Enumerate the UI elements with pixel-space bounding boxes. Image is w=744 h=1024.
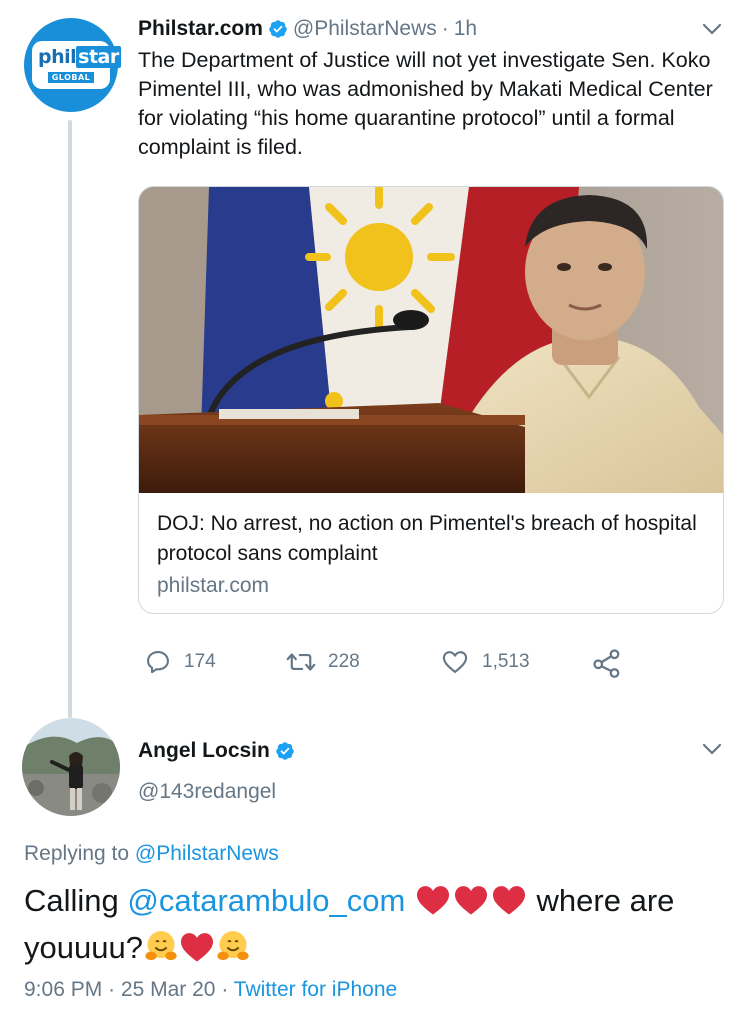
- tweet1-header: Philstar.com @PhilstarNews · 1h: [138, 14, 477, 44]
- tweet2-author-handle[interactable]: @143redangel: [138, 780, 276, 804]
- thread-connector-line: [68, 120, 72, 718]
- retweet-icon: [286, 653, 316, 671]
- like-button[interactable]: 1,513: [440, 648, 530, 676]
- tweet2-header: Angel Locsin: [138, 736, 300, 766]
- tweet2-time[interactable]: 9:06 PM: [24, 978, 102, 1001]
- verified-badge-icon: [269, 20, 287, 38]
- article-photo: [139, 187, 723, 493]
- philstar-logo: phil star GLOBAL: [32, 41, 121, 89]
- hugging-face-emoji: [143, 929, 179, 974]
- verified-badge-icon: [276, 742, 294, 760]
- tweet2-text-before: Calling: [24, 883, 119, 918]
- card-title[interactable]: DOJ: No arrest, no action on Pimentel's …: [157, 509, 705, 569]
- meta-separator: ·: [108, 978, 116, 1001]
- reply-icon: [147, 651, 169, 674]
- heart-icon: [442, 651, 468, 673]
- reply-button[interactable]: 174: [144, 648, 216, 676]
- hugging-face-emoji: [215, 929, 251, 974]
- tweet1-time[interactable]: 1h: [454, 17, 477, 41]
- red-heart-emoji: [179, 931, 215, 974]
- retweet-count: 228: [328, 651, 360, 672]
- tweet1-separator: ·: [441, 17, 449, 40]
- tweet1-author-handle[interactable]: @PhilstarNews: [293, 17, 437, 41]
- chevron-down-icon[interactable]: [702, 742, 722, 756]
- meta-separator: ·: [221, 978, 229, 1001]
- replying-to-line: Replying to @PhilstarNews: [24, 842, 279, 866]
- tweet1-author-name[interactable]: Philstar.com: [138, 17, 263, 41]
- tweet2-source[interactable]: Twitter for iPhone: [234, 978, 397, 1001]
- red-heart-emoji: [414, 884, 452, 927]
- tweet2-meta: 9:06 PM · 25 Mar 20 · Twitter for iPhone: [24, 978, 397, 1002]
- like-count: 1,513: [482, 651, 530, 672]
- philstar-avatar[interactable]: phil star GLOBAL: [24, 18, 121, 112]
- tweet2-author-name[interactable]: Angel Locsin: [138, 739, 270, 763]
- philstar-logo-text: phil star: [38, 46, 121, 68]
- replying-prefix: Replying to: [24, 842, 130, 865]
- card-body: DOJ: No arrest, no action on Pimentel's …: [157, 509, 705, 601]
- share-icon: [593, 649, 620, 678]
- tweet2-text: Calling @catarambulo_com where are youuu…: [24, 880, 724, 974]
- red-heart-emoji: [490, 884, 528, 927]
- red-heart-emoji: [452, 884, 490, 927]
- chevron-down-icon[interactable]: [702, 22, 722, 36]
- card-domain: philstar.com: [157, 574, 270, 597]
- replying-to-mention[interactable]: @PhilstarNews: [135, 842, 279, 865]
- tweet1-actions: 174 228 1,513: [138, 648, 728, 680]
- reply-count: 174: [184, 651, 216, 672]
- tweet1-text: The Department of Justice will not yet i…: [138, 48, 713, 159]
- retweet-button[interactable]: 228: [286, 648, 360, 676]
- tweet2-mention[interactable]: @catarambulo_com: [127, 883, 405, 918]
- share-button[interactable]: [592, 648, 634, 678]
- link-preview-card[interactable]: DOJ: No arrest, no action on Pimentel's …: [138, 186, 724, 614]
- philstar-logo-sub: GLOBAL: [47, 72, 95, 83]
- angel-locsin-avatar[interactable]: [22, 718, 120, 816]
- tweet2-date[interactable]: 25 Mar 20: [121, 978, 216, 1001]
